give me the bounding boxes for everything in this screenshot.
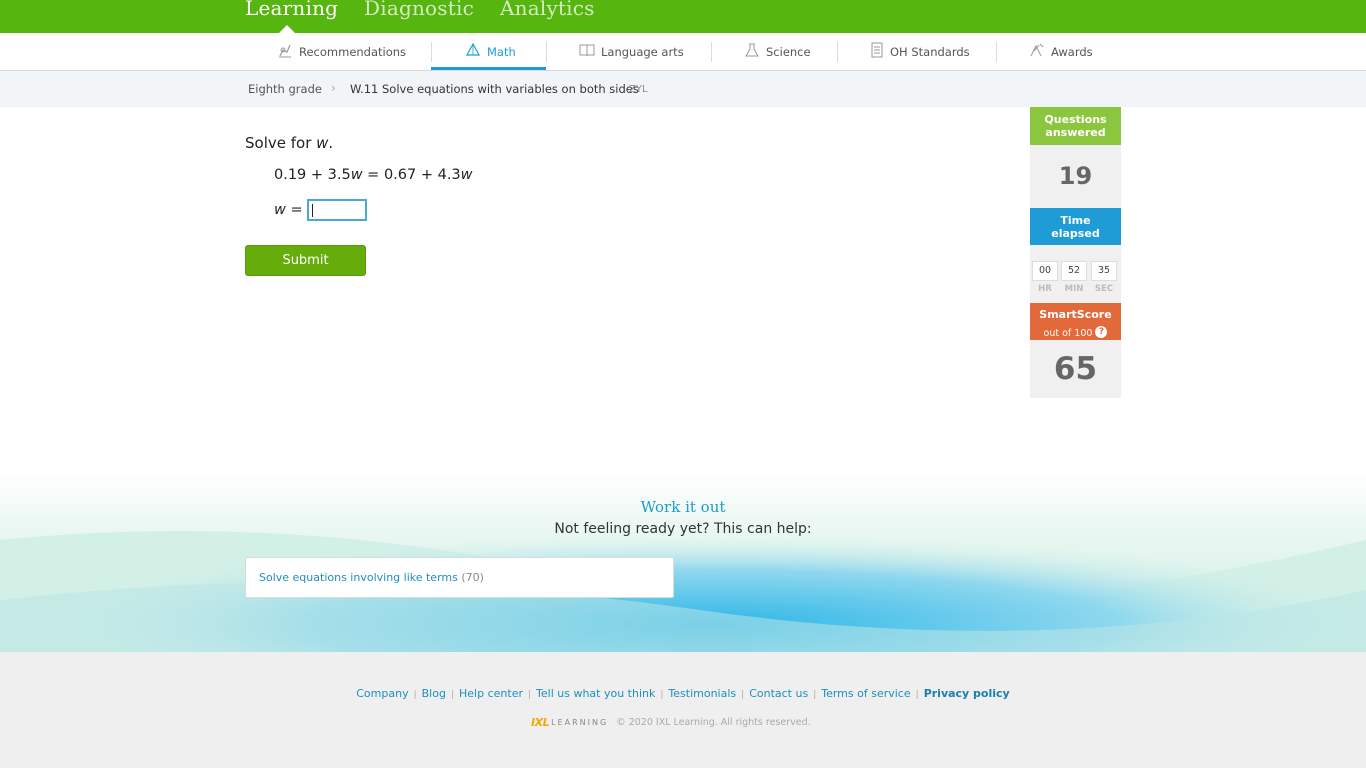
- hours-label: HR: [1038, 284, 1052, 294]
- answer-variable: w: [274, 202, 286, 218]
- hours-value: 00: [1032, 261, 1058, 281]
- subject-tab-label: Language arts: [601, 44, 684, 59]
- logo-text: IXL: [531, 716, 550, 729]
- help-skill-label[interactable]: Solve equations involving like terms: [259, 571, 458, 584]
- separator: |: [527, 690, 532, 700]
- active-tab-caret: [279, 25, 295, 33]
- prompt-text: Solve for: [245, 134, 317, 152]
- help-skill-link[interactable]: Solve equations involving like terms (70…: [259, 571, 484, 584]
- subject-tab-oh-standards[interactable]: OH Standards: [870, 33, 970, 70]
- equation-variable: w: [460, 167, 473, 183]
- flask-icon: [744, 42, 766, 61]
- divider: [431, 42, 432, 62]
- footer: Company | Blog | Help center | Tell us what yo…: [0, 652, 1366, 768]
- divider: [711, 42, 712, 62]
- tab-diagnostic[interactable]: Diagnostic: [364, 0, 474, 20]
- answered-label: answered: [1045, 126, 1106, 139]
- footer-copyright: IXL LEARNING © 2020 IXL Learning. All ri…: [531, 716, 811, 729]
- smartscore-label: SmartScore: [1039, 308, 1112, 321]
- footer-link-terms[interactable]: Terms of service: [821, 687, 910, 700]
- active-subject-underline: [431, 67, 546, 70]
- standards-icon: [870, 42, 890, 61]
- breadcrumb: Eighth grade › W.11 Solve equations with…: [0, 71, 1366, 107]
- elapsed-label: elapsed: [1051, 227, 1100, 240]
- math-icon: [465, 42, 487, 61]
- prompt-period: .: [328, 134, 334, 152]
- answer-label: w =: [274, 202, 303, 218]
- ixl-logo: IXL LEARNING: [531, 716, 608, 729]
- help-skill-card[interactable]: Solve equations involving like terms (70…: [245, 557, 674, 598]
- equation: 0.19 + 3.5w = 0.67 + 4.3w: [274, 167, 473, 183]
- subject-tab-math[interactable]: Math: [465, 33, 516, 70]
- equation-right-terms: = 0.67 + 4.3: [362, 167, 461, 183]
- footer-link-help-center[interactable]: Help center: [459, 687, 523, 700]
- smartscore-value: 65: [1030, 340, 1121, 398]
- equation-left-terms: 0.19 + 3.5: [274, 167, 351, 183]
- questions-answered-header: Questions answered: [1030, 107, 1121, 145]
- footer-link-blog[interactable]: Blog: [422, 687, 446, 700]
- subject-tab-label: Recommendations: [299, 44, 407, 59]
- subject-tab-label: Awards: [1051, 44, 1093, 59]
- separator: |: [450, 690, 455, 700]
- subject-nav: Recommendations Math Language arts Scien…: [0, 33, 1366, 71]
- subject-tab-recommendations[interactable]: Recommendations: [277, 33, 406, 70]
- tab-learning[interactable]: Learning: [245, 0, 338, 20]
- awards-icon: [1029, 42, 1051, 61]
- separator: |: [915, 690, 919, 700]
- subject-tab-label: Math: [487, 44, 516, 59]
- question-prompt: Solve for w.: [245, 134, 333, 152]
- minutes-label: MIN: [1064, 284, 1084, 294]
- logo-subtext: LEARNING: [551, 718, 609, 727]
- time-elapsed-box: 00 52 35 HR MIN SEC: [1030, 245, 1121, 303]
- separator: |: [413, 690, 417, 700]
- separator: |: [660, 690, 664, 700]
- help-skill-count: (70): [461, 571, 484, 584]
- smartscore-sublabel: out of 100: [1043, 328, 1093, 339]
- footer-links: Company | Blog | Help center | Tell us what yo…: [0, 687, 1366, 700]
- footer-link-company[interactable]: Company: [356, 687, 408, 700]
- footer-link-feedback[interactable]: Tell us what you think: [536, 687, 655, 700]
- footer-link-testimonials[interactable]: Testimonials: [668, 687, 736, 700]
- smartscore-header: SmartScore out of 100?: [1030, 303, 1121, 340]
- time-elapsed-header: Time elapsed: [1030, 208, 1121, 245]
- breadcrumb-grade[interactable]: Eighth grade: [248, 82, 322, 96]
- subject-tab-language-arts[interactable]: Language arts: [579, 33, 684, 70]
- subject-tab-awards[interactable]: Awards: [1029, 33, 1093, 70]
- answer-equals: =: [285, 202, 303, 218]
- tab-analytics[interactable]: Analytics: [500, 0, 595, 20]
- work-it-out-title: Work it out: [640, 498, 726, 516]
- equation-variable: w: [350, 167, 363, 183]
- chevron-right-icon: ›: [331, 81, 336, 95]
- text-cursor: [312, 204, 313, 217]
- divider: [996, 42, 997, 62]
- prompt-variable: w: [316, 134, 329, 152]
- divider: [546, 42, 547, 62]
- divider: [837, 42, 838, 62]
- answer-input[interactable]: [307, 199, 367, 221]
- questions-answered-count: 19: [1030, 145, 1121, 208]
- subject-tab-label: Science: [766, 44, 811, 59]
- time-label: Time: [1060, 214, 1091, 227]
- minutes-value: 52: [1061, 261, 1087, 281]
- subject-tab-science[interactable]: Science: [744, 33, 811, 70]
- seconds-label: SEC: [1094, 284, 1114, 294]
- footer-link-contact[interactable]: Contact us: [749, 687, 808, 700]
- book-icon: [579, 42, 601, 61]
- help-icon[interactable]: ?: [1095, 325, 1108, 338]
- questions-label: Questions: [1044, 113, 1107, 126]
- skill-code: ZYL: [629, 84, 648, 95]
- top-nav: Learning Diagnostic Analytics: [0, 0, 1366, 33]
- copyright-text: © 2020 IXL Learning. All rights reserved…: [616, 717, 811, 728]
- subject-tab-label: OH Standards: [890, 44, 970, 59]
- seconds-value: 35: [1091, 261, 1117, 281]
- breadcrumb-skill: W.11 Solve equations with variables on b…: [350, 82, 639, 96]
- separator: |: [741, 690, 745, 700]
- submit-button[interactable]: Submit: [245, 245, 366, 276]
- work-it-out-subtitle: Not feeling ready yet? This can help:: [554, 521, 812, 537]
- separator: |: [813, 690, 817, 700]
- recommendations-icon: [277, 42, 299, 61]
- footer-link-privacy[interactable]: Privacy policy: [924, 687, 1010, 700]
